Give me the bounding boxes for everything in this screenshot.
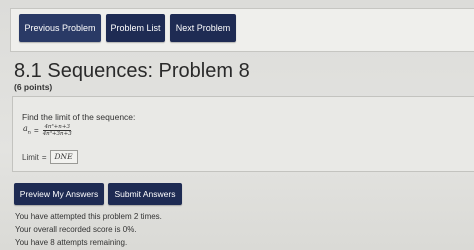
limit-equals-sign: = — [41, 152, 47, 162]
sequence-formula: an = 4n³+n+3 4n³+3n+3 — [23, 121, 73, 139]
attempts-status: You have attempted this problem 2 times. — [15, 212, 162, 221]
fraction-denominator: 4n³+3n+3 — [42, 130, 72, 137]
problem-list-button[interactable]: Problem List — [106, 14, 165, 42]
limit-label: Limit — [22, 152, 39, 162]
problem-body — [12, 96, 474, 172]
previous-problem-button[interactable]: Previous Problem — [19, 14, 101, 42]
problem-points: (6 points) — [14, 82, 53, 92]
sequence-fraction: 4n³+n+3 4n³+3n+3 — [42, 124, 73, 137]
remaining-attempts-status: You have 8 attempts remaining. — [15, 238, 128, 247]
score-status: Your overall recorded score is 0%. — [15, 225, 137, 234]
fraction-numerator: 4n³+n+3 — [43, 123, 71, 131]
next-problem-button[interactable]: Next Problem — [170, 14, 236, 42]
sequence-variable: an — [23, 124, 32, 136]
problem-title: 8.1 Sequences: Problem 8 — [14, 60, 250, 82]
limit-answer-row: Limit = DNE — [22, 149, 78, 165]
preview-answers-button[interactable]: Preview My Answers — [14, 183, 104, 205]
page: Previous Problem Problem List Next Probl… — [0, 0, 474, 250]
equals-sign: = — [34, 125, 39, 135]
limit-answer-input[interactable]: DNE — [49, 150, 78, 164]
submit-answers-button[interactable]: Submit Answers — [108, 183, 182, 205]
